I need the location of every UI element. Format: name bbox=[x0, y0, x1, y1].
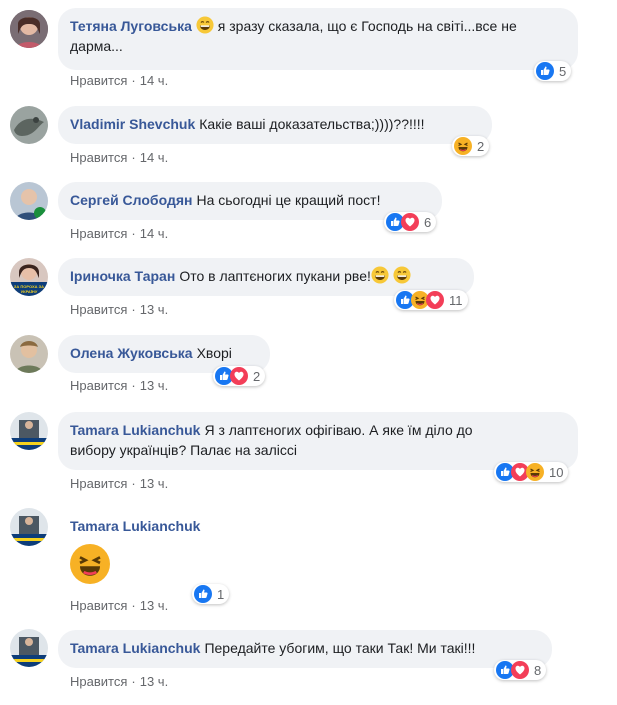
love-reaction-icon bbox=[401, 213, 419, 231]
laughing-emoji-icon bbox=[70, 544, 110, 584]
comment-meta: Нравится · 14 ч. bbox=[70, 73, 169, 88]
reaction-count: 2 bbox=[477, 138, 485, 154]
comment-text: Ото в лаптєногих пукани рве! bbox=[179, 268, 371, 284]
comment-text: Передайте убогим, що таки Так! Ми такі!!… bbox=[204, 640, 476, 656]
grinning-emoji-icon bbox=[393, 266, 411, 284]
reaction-summary[interactable]: 2 bbox=[452, 136, 490, 156]
comment-author[interactable]: Tamara Lukianchuk bbox=[70, 640, 200, 656]
comment-author[interactable]: Сергей Слободян bbox=[70, 192, 192, 208]
like-link[interactable]: Нравится bbox=[70, 674, 127, 689]
comment-text: вибору українців? Палає на заліссі bbox=[70, 442, 297, 458]
like-link[interactable]: Нравится bbox=[70, 598, 127, 613]
comment-bubble: Tamara Lukianchuk Передайте убогим, що та… bbox=[58, 630, 552, 668]
comment-time[interactable]: 14 ч. bbox=[140, 226, 168, 241]
reaction-summary[interactable]: 10 bbox=[494, 462, 569, 482]
reaction-summary[interactable]: 1 bbox=[192, 584, 230, 604]
comment-meta: Нравится · 14 ч. bbox=[70, 150, 169, 165]
like-link[interactable]: Нравится bbox=[70, 150, 127, 165]
like-reaction-icon bbox=[194, 585, 212, 603]
reaction-summary[interactable]: 2 bbox=[213, 366, 266, 386]
avatar[interactable]: ЗА ПОРОХА ЗА УКРАЇНУ bbox=[10, 258, 48, 296]
comment-time[interactable]: 14 ч. bbox=[140, 150, 168, 165]
comment-meta: Нравится · 13 ч. bbox=[70, 598, 169, 613]
comment-time[interactable]: 13 ч. bbox=[140, 302, 168, 317]
reaction-count: 8 bbox=[534, 662, 542, 678]
grinning-emoji-icon bbox=[196, 16, 214, 34]
like-link[interactable]: Нравится bbox=[70, 476, 127, 491]
comment-meta: Нравится · 13 ч. bbox=[70, 674, 169, 689]
reaction-count: 5 bbox=[559, 63, 567, 79]
avatar[interactable] bbox=[10, 629, 48, 667]
reaction-count: 2 bbox=[253, 368, 261, 384]
like-link[interactable]: Нравится bbox=[70, 378, 127, 393]
comment-bubble: Tamara Lukianchuk Я з лаптєногих офігіваю… bbox=[58, 412, 578, 470]
love-reaction-icon bbox=[511, 661, 529, 679]
reaction-summary[interactable]: 8 bbox=[494, 660, 547, 680]
avatar[interactable] bbox=[10, 412, 48, 450]
comment-time[interactable]: 13 ч. bbox=[140, 674, 168, 689]
reaction-count: 11 bbox=[449, 292, 463, 308]
comment-bubble: Сергей Слободян На сьогодні це кращий пос… bbox=[58, 182, 442, 220]
love-reaction-icon bbox=[230, 367, 248, 385]
avatar[interactable] bbox=[10, 10, 48, 48]
love-reaction-icon bbox=[426, 291, 444, 309]
reaction-summary[interactable]: 6 bbox=[384, 212, 437, 232]
like-link[interactable]: Нравится bbox=[70, 226, 127, 241]
comment-time[interactable]: 13 ч. bbox=[140, 378, 168, 393]
comment-author[interactable]: Тетяна Луговська bbox=[70, 18, 192, 34]
like-link[interactable]: Нравится bbox=[70, 302, 127, 317]
comment-time[interactable]: 13 ч. bbox=[140, 476, 168, 491]
comment-meta: Нравится · 13 ч. bbox=[70, 378, 169, 393]
comment-meta: Нравится · 14 ч. bbox=[70, 226, 169, 241]
avatar[interactable] bbox=[10, 335, 48, 373]
haha-reaction-icon bbox=[454, 137, 472, 155]
comment-text: Я з лаптєногих офігіваю. А яке їм діло д… bbox=[204, 422, 473, 438]
avatar[interactable] bbox=[10, 182, 48, 220]
comment-text: Хворі bbox=[196, 345, 232, 361]
reaction-summary[interactable]: 11 bbox=[394, 290, 468, 310]
comment-time[interactable]: 14 ч. bbox=[140, 73, 168, 88]
reaction-count: 1 bbox=[217, 586, 225, 602]
avatar[interactable] bbox=[10, 508, 48, 546]
avatar-frame-text: ЗА ПОРОХА ЗА УКРАЇНУ bbox=[13, 284, 45, 294]
comment-author[interactable]: Vladimir Shevchuk bbox=[70, 116, 195, 132]
reaction-count: 10 bbox=[549, 464, 564, 480]
comment-bubble: Тетяна Луговська я зразу сказала, що є Г… bbox=[58, 8, 578, 70]
comment-text: На сьогодні це кращий пост! bbox=[196, 192, 381, 208]
comment-time[interactable]: 13 ч. bbox=[140, 598, 168, 613]
like-link[interactable]: Нравится bbox=[70, 73, 127, 88]
reaction-summary[interactable]: 5 bbox=[534, 61, 572, 81]
comment-meta: Нравится · 13 ч. bbox=[70, 302, 169, 317]
comment-author[interactable]: Олена Жуковська bbox=[70, 345, 193, 361]
comment-author-block: Tamara Lukianchuk bbox=[70, 518, 204, 534]
avatar[interactable] bbox=[10, 106, 48, 144]
comment-bubble: Vladimir Shevchuk Какіе ваші доказательст… bbox=[58, 106, 492, 144]
haha-reaction-icon bbox=[526, 463, 544, 481]
reaction-count: 6 bbox=[424, 214, 432, 230]
comment-author[interactable]: Іриночка Таран bbox=[70, 268, 175, 284]
comment-author[interactable]: Tamara Lukianchuk bbox=[70, 422, 200, 438]
like-reaction-icon bbox=[536, 62, 554, 80]
comment-meta: Нравится · 13 ч. bbox=[70, 476, 169, 491]
grinning-emoji-icon bbox=[371, 266, 389, 284]
comment-text: Какіе ваші доказательства;))))??!!!! bbox=[199, 116, 425, 132]
comment-author[interactable]: Tamara Lukianchuk bbox=[70, 518, 200, 534]
